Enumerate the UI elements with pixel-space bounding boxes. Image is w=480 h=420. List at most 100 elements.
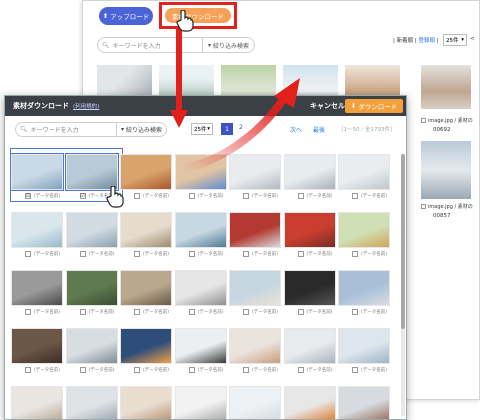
image-thumbnail[interactable] xyxy=(229,386,281,419)
image-grid-cell[interactable] xyxy=(229,386,281,419)
image-checkbox[interactable] xyxy=(134,193,140,199)
image-checkbox[interactable] xyxy=(134,251,140,257)
terms-link[interactable]: (利用規約) xyxy=(73,102,99,110)
image-checkbox[interactable] xyxy=(134,309,140,315)
image-thumbnail[interactable] xyxy=(11,212,63,248)
sort-new[interactable]: 新着順 xyxy=(397,38,414,44)
image-grid-cell[interactable]: (データ名前) xyxy=(120,154,172,199)
image-thumbnail[interactable] xyxy=(174,212,227,248)
image-thumbnail[interactable] xyxy=(283,212,336,248)
image-checkbox[interactable] xyxy=(352,367,358,373)
image-thumbnail[interactable] xyxy=(120,386,172,419)
prev-arrow[interactable]: < xyxy=(470,36,475,42)
filter-button[interactable]: ▾ 絞り込み検索 xyxy=(117,125,166,134)
image-grid-cell[interactable] xyxy=(65,386,118,419)
image-checkbox[interactable] xyxy=(25,251,31,257)
card-checkbox[interactable] xyxy=(421,204,426,209)
image-grid-cell[interactable]: (データ名前) xyxy=(120,270,172,315)
image-grid-cell[interactable]: (データ名前) xyxy=(11,328,63,373)
image-thumbnail[interactable] xyxy=(120,270,172,306)
image-grid-cell[interactable]: (データ名前) xyxy=(338,270,390,315)
image-checkbox[interactable] xyxy=(188,193,195,199)
image-thumbnail[interactable] xyxy=(174,386,227,419)
image-grid-cell[interactable]: (データ名前) xyxy=(338,328,390,373)
image-thumbnail[interactable] xyxy=(120,212,172,248)
image-checkbox[interactable] xyxy=(134,367,140,373)
image-checkbox[interactable] xyxy=(25,367,31,373)
image-thumbnail[interactable] xyxy=(229,328,281,364)
background-thumbnail[interactable] xyxy=(421,141,471,199)
image-thumbnail[interactable] xyxy=(283,386,336,419)
image-grid-cell[interactable]: (データ名前) xyxy=(174,270,227,315)
image-grid-cell[interactable]: (データ名前) xyxy=(283,328,336,373)
image-grid-cell[interactable] xyxy=(120,386,172,419)
image-checkbox[interactable] xyxy=(79,251,86,257)
image-checkbox[interactable] xyxy=(352,193,358,199)
image-grid-cell[interactable]: (データ名前) xyxy=(338,154,390,199)
image-grid-cell[interactable]: (データ名前) xyxy=(229,270,281,315)
image-thumbnail[interactable] xyxy=(338,154,390,190)
image-checkbox[interactable] xyxy=(79,367,86,373)
image-checkbox[interactable] xyxy=(25,309,31,315)
image-grid-cell[interactable]: (データ名前) xyxy=(65,328,118,373)
image-grid-cell[interactable]: (データ名前) xyxy=(11,212,63,257)
image-checkbox[interactable] xyxy=(352,309,358,315)
image-thumbnail[interactable] xyxy=(11,270,63,306)
image-thumbnail[interactable] xyxy=(338,328,390,364)
image-thumbnail[interactable] xyxy=(338,386,390,419)
image-thumbnail[interactable] xyxy=(338,212,390,248)
image-checkbox[interactable] xyxy=(79,309,86,315)
image-checkbox[interactable] xyxy=(188,309,195,315)
image-grid-cell[interactable]: (データ名前) xyxy=(174,212,227,257)
image-checkbox[interactable] xyxy=(243,251,249,257)
image-thumbnail[interactable] xyxy=(64,153,119,191)
image-grid-cell[interactable]: (データ名前) xyxy=(11,270,63,315)
image-thumbnail[interactable] xyxy=(283,270,336,306)
image-grid-cell[interactable]: (データ名前) xyxy=(120,328,172,373)
image-thumbnail[interactable] xyxy=(174,270,227,306)
sort-registered[interactable]: 登録順 xyxy=(418,38,435,44)
image-checkbox[interactable] xyxy=(297,309,304,315)
search-input[interactable]: 🔍︎ キーワードを入力 xyxy=(16,125,116,134)
image-checkbox[interactable]: ☑ xyxy=(79,193,86,199)
image-thumbnail[interactable] xyxy=(11,328,63,364)
image-thumbnail[interactable] xyxy=(10,153,64,191)
image-thumbnail[interactable] xyxy=(65,328,118,364)
image-checkbox[interactable] xyxy=(243,309,249,315)
image-thumbnail[interactable] xyxy=(65,212,118,248)
image-grid-cell[interactable]: (データ名前) xyxy=(283,212,336,257)
image-thumbnail[interactable] xyxy=(65,270,118,306)
image-checkbox[interactable] xyxy=(188,251,195,257)
image-checkbox[interactable] xyxy=(297,251,304,257)
image-checkbox[interactable] xyxy=(188,367,195,373)
image-checkbox[interactable] xyxy=(297,367,304,373)
image-thumbnail[interactable] xyxy=(229,270,281,306)
image-grid-cell[interactable] xyxy=(338,386,390,419)
image-grid-cell[interactable]: (データ名前) xyxy=(229,212,281,257)
image-grid-cell[interactable]: ☑ (データ名前) xyxy=(10,153,64,199)
image-thumbnail[interactable] xyxy=(65,386,118,419)
background-thumbnail[interactable] xyxy=(421,65,471,109)
image-grid-cell[interactable]: (データ名前) xyxy=(174,328,227,373)
count-select[interactable]: 25件 ▾ xyxy=(443,34,467,46)
image-grid-cell[interactable]: (データ名前) xyxy=(65,212,118,257)
filter-button[interactable]: ▾ 絞り込み検索 xyxy=(203,41,254,50)
image-thumbnail[interactable] xyxy=(174,328,227,364)
image-checkbox[interactable] xyxy=(243,367,249,373)
image-grid-cell[interactable]: (データ名前) xyxy=(65,270,118,315)
image-thumbnail[interactable] xyxy=(120,154,172,190)
image-thumbnail[interactable] xyxy=(11,386,63,419)
image-grid-cell[interactable] xyxy=(11,386,63,419)
material-download-button[interactable]: 素材ダウンロード xyxy=(165,8,231,23)
scrollbar[interactable] xyxy=(401,154,405,416)
image-thumbnail[interactable] xyxy=(120,328,172,364)
image-checkbox[interactable]: ☑ xyxy=(25,193,31,199)
image-grid-cell[interactable]: (データ名前) xyxy=(283,270,336,315)
upload-button[interactable]: ⬆ アップロード xyxy=(99,7,153,25)
scrollbar-thumb[interactable] xyxy=(401,154,405,329)
image-thumbnail[interactable] xyxy=(229,212,281,248)
image-grid-cell[interactable] xyxy=(283,386,336,419)
image-grid-cell[interactable]: (データ名前) xyxy=(338,212,390,257)
image-thumbnail[interactable] xyxy=(283,328,336,364)
image-checkbox[interactable] xyxy=(243,193,249,199)
